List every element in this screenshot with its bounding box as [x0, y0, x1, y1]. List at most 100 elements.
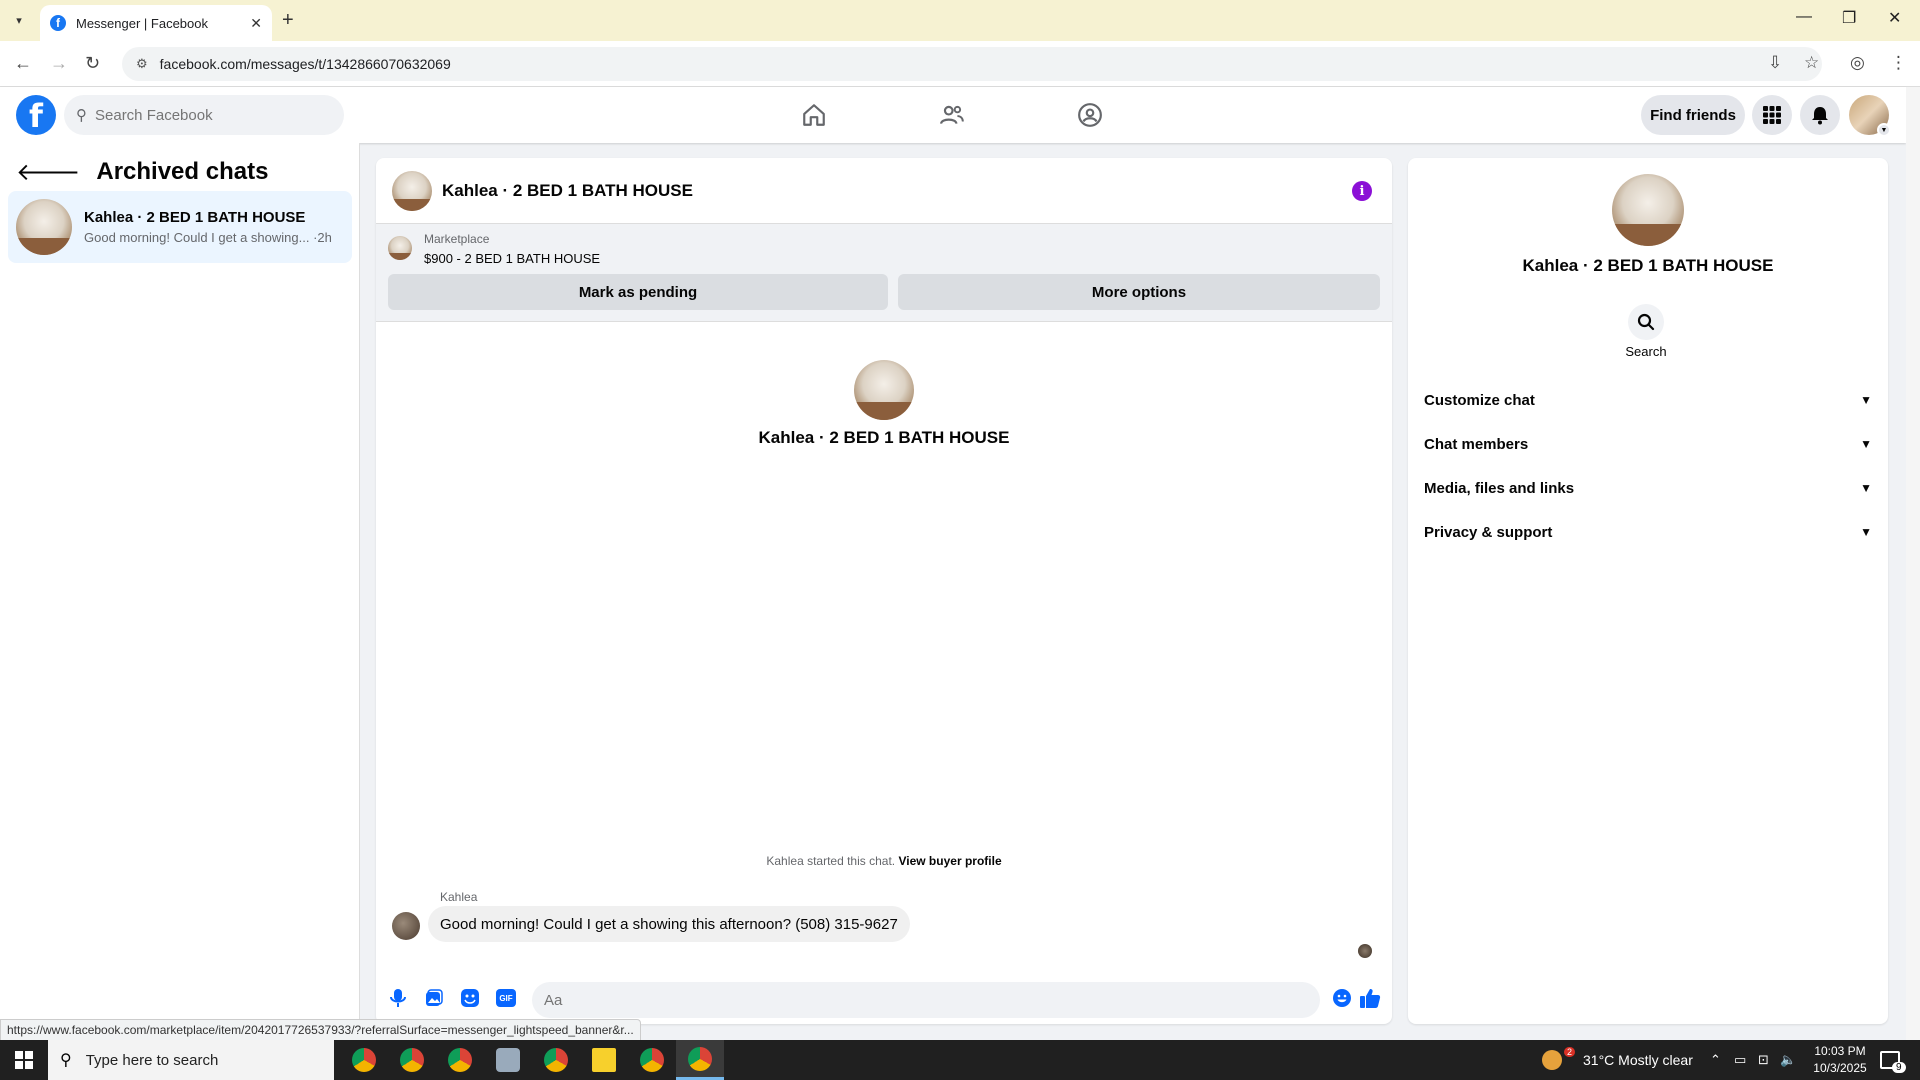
photo-attach-icon[interactable]	[422, 986, 446, 1010]
chevron-down-icon: ▼	[1860, 393, 1872, 407]
bookmark-star-icon[interactable]: ☆	[1804, 53, 1819, 73]
marketplace-label: Marketplace	[424, 232, 490, 246]
search-icon: ⚲	[60, 1052, 72, 1069]
thumbs-up-like-icon[interactable]	[1358, 986, 1382, 1010]
reload-icon[interactable]: ↻	[85, 53, 100, 74]
thread-name: Kahlea · 2 BED 1 BATH HOUSE	[758, 428, 1010, 447]
seen-receipt-avatar	[1358, 944, 1372, 958]
facebook-logo-icon[interactable]: f	[16, 95, 56, 135]
gif-icon[interactable]: GIF	[494, 986, 518, 1010]
browser-menu-icon[interactable]: ⋮	[1890, 53, 1907, 73]
find-friends-button[interactable]: Find friends	[1641, 95, 1745, 135]
search-icon: ⚲	[76, 107, 87, 124]
chat-header: Kahlea · 2 BED 1 BATH HOUSE i	[376, 158, 1392, 224]
message-sender-name: Kahlea	[440, 890, 478, 904]
url-field[interactable]: ⚙ facebook.com/messages/t/13428660706320…	[122, 47, 1822, 81]
menu-grid-icon[interactable]	[1752, 95, 1792, 135]
tab-close-icon[interactable]: ✕	[250, 15, 262, 32]
chat-list-item-name: Kahlea · 2 BED 1 BATH HOUSE	[84, 209, 306, 226]
search-icon	[1637, 313, 1655, 331]
facebook-search-box[interactable]: ⚲	[64, 95, 344, 135]
chat-panel: Kahlea · 2 BED 1 BATH HOUSE i Marketplac…	[376, 158, 1392, 1024]
taskbar-search-box[interactable]: ⚲ Type here to search	[48, 1040, 334, 1080]
tab-title: Messenger | Facebook	[76, 15, 208, 31]
chat-started-notice: Kahlea started this chat. View buyer pro…	[376, 854, 1392, 868]
url-text: facebook.com/messages/t/1342866070632069	[159, 56, 451, 72]
chrome-active-icon[interactable]	[676, 1040, 724, 1080]
chrome-profile-3-icon[interactable]	[436, 1040, 484, 1080]
browser-tab-messenger[interactable]: f Messenger | Facebook ✕	[40, 5, 272, 41]
sticker-icon[interactable]	[458, 986, 482, 1010]
facebook-favicon-icon: f	[50, 15, 66, 31]
chat-members-section[interactable]: Chat members ▼	[1424, 424, 1872, 464]
minimize-icon[interactable]: —	[1796, 8, 1812, 26]
window-close-icon[interactable]: ✕	[1888, 8, 1901, 28]
groups-icon[interactable]	[1072, 97, 1108, 133]
listing-title[interactable]: $900 - 2 BED 1 BATH HOUSE	[424, 251, 600, 266]
install-app-icon[interactable]: ⇩	[1768, 53, 1782, 73]
account-avatar[interactable]: ▼	[1849, 95, 1891, 137]
chrome-profile-4-icon[interactable]	[628, 1040, 676, 1080]
listing-thumbnail	[388, 236, 412, 260]
remote-app-icon[interactable]	[484, 1040, 532, 1080]
back-arrow-icon[interactable]: 🡐	[16, 157, 80, 187]
emoji-icon[interactable]	[1330, 986, 1354, 1010]
sidebar-title: Archived chats	[96, 158, 269, 185]
tray-chevron-up-icon[interactable]: ⌃	[1710, 1040, 1721, 1080]
marketplace-banner[interactable]: Marketplace $900 - 2 BED 1 BATH HOUSE Ma…	[376, 224, 1392, 322]
friends-icon[interactable]	[934, 97, 970, 133]
conversation-details-panel: Kahlea · 2 BED 1 BATH HOUSE Search Custo…	[1408, 158, 1888, 1024]
link-status-bar: https://www.facebook.com/marketplace/ite…	[0, 1019, 641, 1041]
chevron-down-icon: ▼	[1860, 437, 1872, 451]
network-icon[interactable]: ⊡	[1758, 1040, 1769, 1080]
customize-chat-section[interactable]: Customize chat ▼	[1424, 380, 1872, 420]
media-files-links-section[interactable]: Media, files and links ▼	[1424, 468, 1872, 508]
search-in-conversation-button[interactable]	[1628, 304, 1664, 340]
chrome-profile-2-icon[interactable]	[388, 1040, 436, 1080]
notifications-bell-icon[interactable]	[1800, 95, 1840, 135]
facebook-search-input[interactable]	[95, 106, 315, 124]
more-options-button[interactable]: More options	[898, 274, 1380, 310]
section-label: Chat members	[1424, 435, 1529, 453]
privacy-support-section[interactable]: Privacy & support ▼	[1424, 512, 1872, 552]
message-bubble[interactable]: Good morning! Could I get a showing this…	[428, 906, 910, 942]
weather-widget[interactable]: 2 31°C Mostly clear	[1542, 1040, 1693, 1080]
sender-avatar[interactable]	[392, 912, 420, 940]
system-clock[interactable]: 10:03 PM 10/3/2025	[1800, 1043, 1880, 1077]
microphone-icon[interactable]	[386, 986, 410, 1010]
new-tab-plus-icon[interactable]: +	[282, 9, 294, 32]
forward-arrow-icon[interactable]: →	[50, 53, 68, 74]
account-chevron-down-icon: ▼	[1877, 123, 1891, 137]
mark-as-pending-button[interactable]: Mark as pending	[388, 274, 888, 310]
chat-header-avatar[interactable]	[392, 170, 432, 211]
details-avatar	[1612, 174, 1684, 246]
page-scrollbar[interactable]	[1906, 87, 1920, 1040]
facebook-header: f ⚲ Find friends ▼	[0, 87, 1906, 143]
search-button-label: Search	[1625, 344, 1667, 359]
windows-start-icon[interactable]	[0, 1040, 48, 1080]
back-arrow-icon[interactable]: ←	[14, 53, 32, 74]
tab-search-chevron-icon[interactable]: ▾	[6, 7, 32, 33]
chevron-down-icon: ▼	[1860, 525, 1872, 539]
clock-date: 10/3/2025	[1813, 1061, 1867, 1075]
message-input[interactable]	[532, 982, 1320, 1018]
notification-center-icon[interactable]: 9	[1880, 1040, 1906, 1080]
view-buyer-profile-link[interactable]: View buyer profile	[898, 854, 1001, 868]
conversation-info-icon[interactable]: i	[1352, 181, 1372, 201]
restore-icon[interactable]: ❐	[1842, 8, 1856, 28]
clock-time: 10:03 PM	[1814, 1044, 1866, 1058]
chrome-profile-1-icon[interactable]	[340, 1040, 388, 1080]
chrome-icon[interactable]	[532, 1040, 580, 1080]
volume-icon[interactable]: 🔈	[1780, 1040, 1796, 1080]
site-info-icon[interactable]: ⚙	[136, 56, 148, 72]
address-bar: ← → ↻ ⚙ facebook.com/messages/t/13428660…	[0, 41, 1920, 87]
tray-device-icon[interactable]: ▭	[1734, 1040, 1746, 1080]
windows-taskbar: ⚲ Type here to search 2 31°C Mostly clea…	[0, 1040, 1920, 1080]
section-label: Privacy & support	[1424, 523, 1553, 541]
notification-count: 9	[1892, 1061, 1906, 1073]
chat-header-title[interactable]: Kahlea · 2 BED 1 BATH HOUSE	[442, 181, 693, 201]
profile-icon[interactable]: ◎	[1850, 53, 1865, 73]
sticky-notes-icon[interactable]	[580, 1040, 628, 1080]
chat-list-item[interactable]: Kahlea · 2 BED 1 BATH HOUSE Good morning…	[8, 191, 352, 263]
home-icon[interactable]	[796, 97, 832, 133]
